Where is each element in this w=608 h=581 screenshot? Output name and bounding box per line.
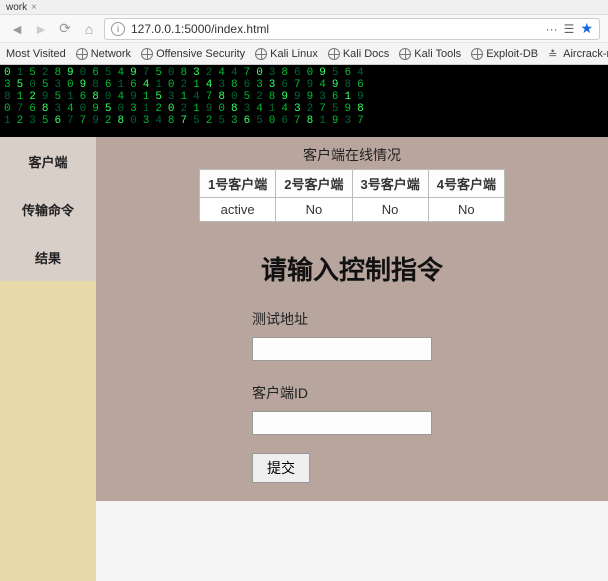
matrix-banner: 0152890654975083244703860956435053098616… <box>0 65 608 137</box>
field-label-client-id: 客户端ID <box>252 383 308 403</box>
bookmark-label: Network <box>91 48 131 60</box>
sidebar-item-label: 传输命令 <box>22 200 74 219</box>
table-header-row: 1号客户端 2号客户端 3号客户端 4号客户端 <box>200 170 505 198</box>
back-button[interactable]: ◄ <box>8 20 26 38</box>
address-bar: ◄ ► ⟳ ⌂ i 127.0.0.1:5000/index.html ··· … <box>0 14 608 42</box>
bookmark-network[interactable]: Network <box>76 48 131 60</box>
globe-icon <box>471 48 483 60</box>
table-header: 1号客户端 <box>200 170 276 198</box>
globe-icon <box>399 48 411 60</box>
url-input[interactable]: i 127.0.0.1:5000/index.html ··· ☰ ★ <box>104 18 600 40</box>
bookmark-kali-linux[interactable]: Kali Linux <box>255 48 318 60</box>
bookmark-label: Kali Linux <box>270 48 318 60</box>
home-button[interactable]: ⌂ <box>80 20 98 38</box>
globe-icon <box>255 48 267 60</box>
bookmark-kali-docs[interactable]: Kali Docs <box>328 48 389 60</box>
wifi-icon: ≛ <box>548 48 560 60</box>
bookmark-kali-tools[interactable]: Kali Tools <box>399 48 461 60</box>
sidebar-item-client[interactable]: 客户端 <box>0 137 96 185</box>
forward-button: ► <box>32 20 50 38</box>
command-form: 测试地址 客户端ID 提交 <box>252 309 452 483</box>
globe-icon <box>328 48 340 60</box>
tab-bar: work × <box>0 0 608 14</box>
sidebar-item-label: 结果 <box>35 248 61 267</box>
site-info-icon[interactable]: i <box>111 22 125 36</box>
main-heading: 请输入控制指令 <box>261 250 443 287</box>
sidebar-filler <box>0 281 96 581</box>
bookmark-exploit-db[interactable]: Exploit-DB <box>471 48 538 60</box>
bookmark-label: Aircrack-ng <box>563 48 608 60</box>
globe-icon <box>141 48 153 60</box>
url-text: 127.0.0.1:5000/index.html <box>131 22 269 36</box>
bookmark-offensive-security[interactable]: Offensive Security <box>141 48 245 60</box>
client-status-table: 1号客户端 2号客户端 3号客户端 4号客户端 active No No No <box>199 169 505 222</box>
bookmark-label: Offensive Security <box>156 48 245 60</box>
field-label-address: 测试地址 <box>252 309 308 329</box>
table-header: 4号客户端 <box>428 170 504 198</box>
table-cell: active <box>200 198 276 222</box>
sidebar-item-result[interactable]: 结果 <box>0 233 96 281</box>
table-cell: No <box>352 198 428 222</box>
bookmark-aircrack-ng[interactable]: ≛Aircrack-ng <box>548 48 608 60</box>
address-input[interactable] <box>252 337 432 361</box>
main-content: 客户端在线情况 1号客户端 2号客户端 3号客户端 4号客户端 active N… <box>96 137 608 501</box>
bookmark-star-icon[interactable]: ★ <box>580 20 593 37</box>
table-cell: No <box>428 198 504 222</box>
sidebar-item-label: 客户端 <box>28 152 67 171</box>
bookmark-label: Kali Tools <box>414 48 461 60</box>
submit-button[interactable]: 提交 <box>252 453 310 483</box>
browser-chrome: work × ◄ ► ⟳ ⌂ i 127.0.0.1:5000/index.ht… <box>0 0 608 65</box>
reader-icon[interactable]: ☰ <box>564 22 575 36</box>
reload-button[interactable]: ⟳ <box>56 20 74 38</box>
tab-close-icon[interactable]: × <box>31 2 37 13</box>
bookmark-label: Most Visited <box>6 48 66 60</box>
bookmarks-toolbar: Most Visited Network Offensive Security … <box>0 42 608 64</box>
tab-label[interactable]: work <box>6 2 27 13</box>
status-title: 客户端在线情况 <box>303 145 401 165</box>
table-header: 2号客户端 <box>276 170 352 198</box>
client-id-input[interactable] <box>252 411 432 435</box>
sidebar: 客户端 传输命令 结果 <box>0 137 96 501</box>
page-actions-icon[interactable]: ··· <box>546 22 558 36</box>
table-header: 3号客户端 <box>352 170 428 198</box>
table-cell: No <box>276 198 352 222</box>
bookmark-label: Kali Docs <box>343 48 389 60</box>
sidebar-item-command[interactable]: 传输命令 <box>0 185 96 233</box>
page-body: 0152890654975083244703860956435053098616… <box>0 65 608 501</box>
table-row: active No No No <box>200 198 505 222</box>
globe-icon <box>76 48 88 60</box>
bookmark-most-visited[interactable]: Most Visited <box>6 48 66 60</box>
bookmark-label: Exploit-DB <box>486 48 538 60</box>
